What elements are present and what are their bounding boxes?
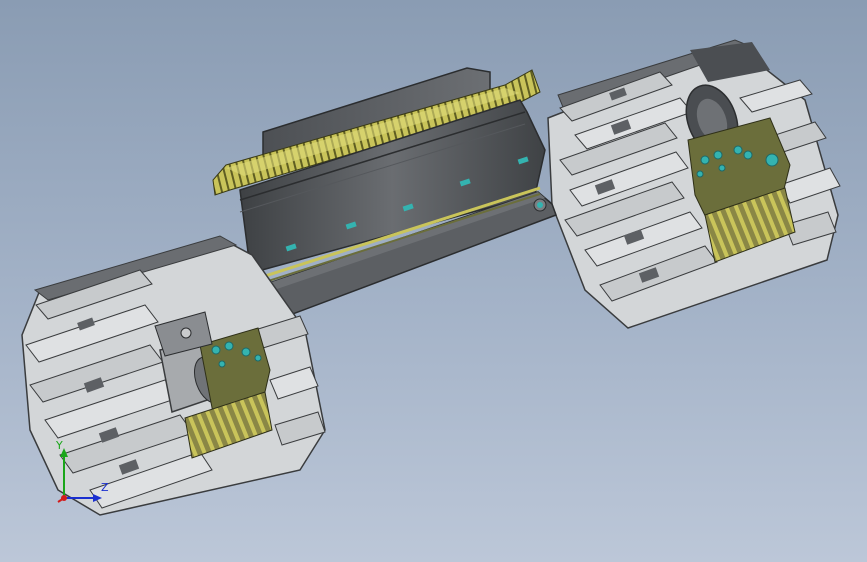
cad-viewport[interactable]: Y Z <box>0 0 867 562</box>
triad-z-label: Z <box>101 481 109 494</box>
robot-assembly-model[interactable] <box>0 0 867 562</box>
right-track-module[interactable] <box>547 39 841 329</box>
coordinate-triad: Y Z <box>52 439 112 510</box>
triad-y-label: Y <box>56 439 63 452</box>
